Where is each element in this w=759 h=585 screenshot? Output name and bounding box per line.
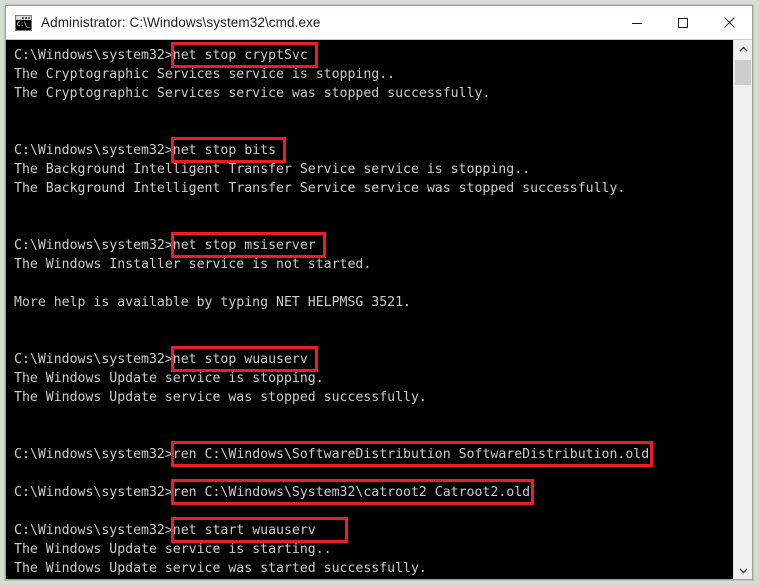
minimize-button[interactable] [614, 6, 660, 39]
scroll-down-arrow[interactable] [734, 561, 752, 579]
terminal-prompt: C:\Windows\system32> [14, 352, 173, 367]
console-area: C:\Windows\system32>net stop cryptSvc The… [6, 39, 752, 579]
terminal-command: ren C:\Windows\SoftwareDistribution Soft… [170, 441, 654, 467]
scroll-thumb[interactable] [735, 60, 751, 85]
terminal-prompt: C:\Windows\system32> [14, 485, 173, 500]
terminal-command: net stop cryptSvc [170, 42, 318, 68]
cmd-icon-glyph: C:\_ [16, 19, 31, 30]
scrollbar-track[interactable] [734, 58, 752, 561]
cmd-window: C:\_ Administrator: C:\Windows\system32\… [5, 5, 753, 580]
chevron-down-icon [739, 568, 747, 573]
terminal-command: net stop bits [170, 137, 287, 163]
window-title: Administrator: C:\Windows\system32\cmd.e… [41, 15, 321, 30]
terminal-output-line: The Windows Update service was started s… [14, 561, 427, 576]
terminal-output-line: More help is available by typing NET HEL… [14, 295, 411, 310]
cmd-console-icon: C:\_ [15, 14, 32, 31]
title-bar[interactable]: C:\_ Administrator: C:\Windows\system32\… [6, 6, 752, 39]
close-button[interactable] [706, 6, 752, 39]
vertical-scrollbar[interactable] [733, 40, 752, 579]
scroll-up-arrow[interactable] [734, 40, 752, 58]
terminal-command: net stop msiserver [170, 232, 326, 258]
terminal-prompt: C:\Windows\system32> [14, 48, 173, 63]
console-output[interactable]: C:\Windows\system32>net stop cryptSvc The… [6, 40, 733, 579]
terminal-prompt: C:\Windows\system32> [14, 447, 173, 462]
terminal-output-line: The Windows Update service is starting.. [14, 542, 332, 557]
terminal-command: net stop wuauserv [170, 346, 318, 372]
terminal-prompt: C:\Windows\system32> [14, 523, 173, 538]
terminal-command-line: C:\Windows\system32>ren C:\Windows\Syste… [14, 479, 733, 505]
maximize-icon [678, 17, 688, 28]
terminal-output-line: The Background Intelligent Transfer Serv… [14, 162, 531, 177]
close-icon [723, 17, 735, 28]
terminal-command-line: C:\Windows\system32>ren C:\Windows\Softw… [14, 441, 733, 467]
terminal-command: net start wuauserv [170, 517, 348, 543]
terminal-output-line: The Windows Update service was stopped s… [14, 390, 427, 405]
chevron-up-icon [739, 46, 747, 51]
terminal-prompt: C:\Windows\system32> [14, 238, 173, 253]
terminal-output-line: The Cryptographic Services service is st… [14, 67, 396, 82]
maximize-button[interactable] [660, 6, 706, 39]
terminal-output-line: The Background Intelligent Transfer Serv… [14, 181, 626, 196]
terminal-command-line: C:\Windows\system32>net stop wuauserv [14, 346, 733, 372]
terminal-output-line: The Windows Installer service is not sta… [14, 257, 372, 272]
terminal-command-line: C:\Windows\system32>net stop msiserver [14, 232, 733, 258]
terminal-command-line: C:\Windows\system32>net stop bits [14, 137, 733, 163]
terminal-command-line: C:\Windows\system32>net start wuauserv [14, 517, 733, 543]
terminal-command: ren C:\Windows\System32\catroot2 Catroot… [170, 479, 535, 505]
terminal-output-line: The Windows Update service is stopping. [14, 371, 324, 386]
minimize-icon [632, 22, 642, 24]
terminal-prompt: C:\Windows\system32> [14, 143, 173, 158]
terminal-output-line: The Cryptographic Services service was s… [14, 86, 491, 101]
terminal-command-line: C:\Windows\system32>net stop cryptSvc [14, 42, 733, 68]
window-controls [614, 6, 752, 39]
